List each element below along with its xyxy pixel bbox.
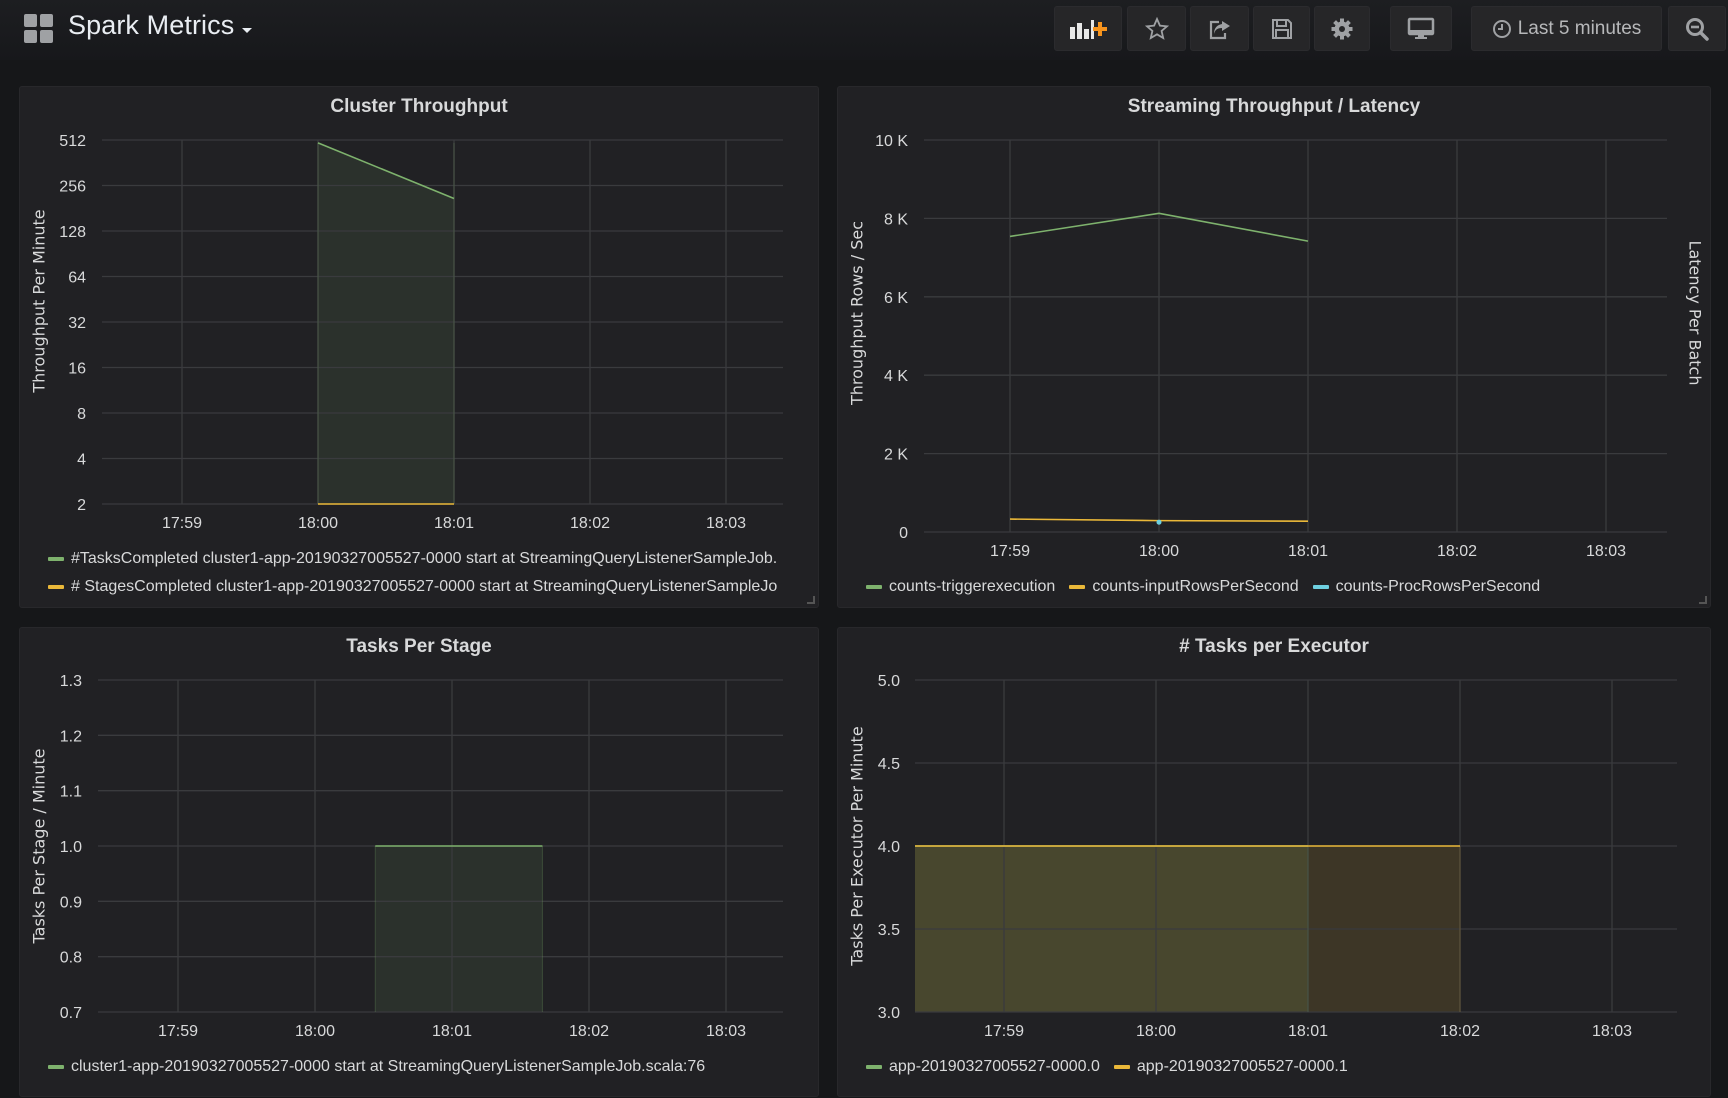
time-range-label: Last 5 minutes <box>1517 17 1642 39</box>
x-tick-label: 18:02 <box>1437 543 1477 560</box>
dashboard-title[interactable]: Spark Metrics <box>68 10 234 41</box>
series-fill-0 <box>318 142 454 504</box>
series-fill-0 <box>375 846 543 1012</box>
x-tick-label: 18:03 <box>706 1023 746 1040</box>
y-tick-label: 3.0 <box>878 1005 900 1022</box>
chart-svg: 10 K 8 K 6 K 4 K 2 K 0 17:59 18:00 18:01 18:02 18:… <box>848 133 1705 560</box>
x-tick-label: 18:00 <box>1139 543 1179 560</box>
series-point-2 <box>1156 519 1162 525</box>
star-button[interactable] <box>1127 6 1186 51</box>
time-range-picker[interactable]: Last 5 minutes <box>1471 6 1662 51</box>
y-axis-title: Throughput Per Minute <box>30 209 49 393</box>
x-tick-label: 18:03 <box>1586 543 1626 560</box>
y-tick-label: 16 <box>68 361 86 378</box>
y-tick-label: 1.3 <box>60 673 82 690</box>
y-tick-label: 3.5 <box>878 922 900 939</box>
y-tick-label: 1.2 <box>60 728 82 745</box>
y-tick-label: 0.9 <box>60 894 82 911</box>
tv-mode-button[interactable] <box>1390 6 1452 51</box>
x-tick-label: 18:02 <box>569 1023 609 1040</box>
zoom-out-button[interactable] <box>1668 6 1726 51</box>
panel-cluster-throughput: Cluster Throughput #TasksCompleted clust… <box>19 86 819 608</box>
share-button[interactable] <box>1190 6 1249 51</box>
y-tick-label: 512 <box>59 133 86 150</box>
x-tick-label: 18:01 <box>1288 543 1328 560</box>
y-tick-label: 1.1 <box>60 784 82 801</box>
chevron-down-icon[interactable] <box>242 28 252 33</box>
x-tick-label: 17:59 <box>990 543 1030 560</box>
x-tick-label: 18:00 <box>295 1023 335 1040</box>
y-tick-label: 8 K <box>884 211 908 228</box>
clock-icon <box>1492 19 1511 38</box>
y-tick-label: 2 K <box>884 447 908 464</box>
y-tick-label: 64 <box>68 270 86 287</box>
x-tick-label: 18:01 <box>432 1023 472 1040</box>
y-axis-title: Throughput Rows / Sec <box>848 221 867 406</box>
panel-streaming-throughput: Streaming Throughput / Latency counts-tr… <box>837 86 1711 608</box>
dashboards-grid-icon[interactable] <box>24 14 53 43</box>
gear-icon <box>1331 18 1353 39</box>
y-tick-label: 4.5 <box>878 756 900 773</box>
y-tick-label: 4 K <box>884 368 908 385</box>
panel-tasks-per-executor: # Tasks per Executor app-20190327005527-… <box>837 627 1711 1097</box>
chart-svg: 512 256 128 64 32 16 8 4 2 17:59 18:00 18:01 18:02 18… <box>30 133 783 532</box>
x-tick-label: 18:01 <box>434 515 474 532</box>
y-axis-title: Tasks Per Executor Per Minute <box>848 726 867 966</box>
y-tick-label: 256 <box>59 179 86 196</box>
star-icon <box>1144 16 1169 40</box>
chart-svg: 5.0 4.5 4.0 3.5 3.0 17:59 18:00 18:01 18:02 18:03… <box>848 673 1677 1040</box>
y-tick-label: 0.7 <box>60 1005 82 1022</box>
y-tick-label: 0 <box>899 525 908 542</box>
y-tick-label: 4.0 <box>878 839 900 856</box>
zoom-out-icon <box>1686 17 1709 41</box>
y-tick-label: 0.8 <box>60 950 82 967</box>
y-tick-label: 32 <box>68 315 86 332</box>
x-tick-label: 18:01 <box>1288 1023 1328 1040</box>
x-tick-label: 18:02 <box>1440 1023 1480 1040</box>
y-tick-label: 8 <box>77 406 86 423</box>
x-tick-label: 18:03 <box>706 515 746 532</box>
x-tick-label: 17:59 <box>984 1023 1024 1040</box>
x-tick-label: 18:02 <box>570 515 610 532</box>
add-panel-icon <box>1070 19 1107 39</box>
y-tick-label: 5.0 <box>878 673 900 690</box>
chart-svg: 1.3 1.2 1.1 1.0 0.9 0.8 0.7 17:59 18:00 18:01 18:0… <box>30 673 783 1040</box>
y-tick-label: 128 <box>59 224 86 241</box>
top-navbar: Spark Metrics Last 5 minutes <box>0 0 1728 60</box>
save-icon <box>1271 18 1292 39</box>
x-tick-label: 18:00 <box>298 515 338 532</box>
y-tick-label: 6 K <box>884 290 908 307</box>
y-tick-label: 4 <box>77 452 86 469</box>
y-tick-label: 1.0 <box>60 839 82 856</box>
share-icon <box>1209 20 1230 39</box>
settings-button[interactable] <box>1314 6 1370 51</box>
x-tick-label: 18:03 <box>1592 1023 1632 1040</box>
y-axis-title-right: Latency Per Batch <box>1686 241 1705 386</box>
x-tick-label: 18:00 <box>1136 1023 1176 1040</box>
monitor-icon <box>1407 17 1435 39</box>
y-axis-title: Tasks Per Stage / Minute <box>30 749 49 945</box>
add-panel-button[interactable] <box>1054 6 1122 51</box>
x-tick-label: 17:59 <box>158 1023 198 1040</box>
save-button[interactable] <box>1253 6 1310 51</box>
panel-tasks-per-stage: Tasks Per Stage cluster1-app-20190327005… <box>19 627 819 1097</box>
y-tick-label: 2 <box>77 497 86 514</box>
y-tick-label: 10 K <box>875 133 908 150</box>
x-tick-label: 17:59 <box>162 515 202 532</box>
